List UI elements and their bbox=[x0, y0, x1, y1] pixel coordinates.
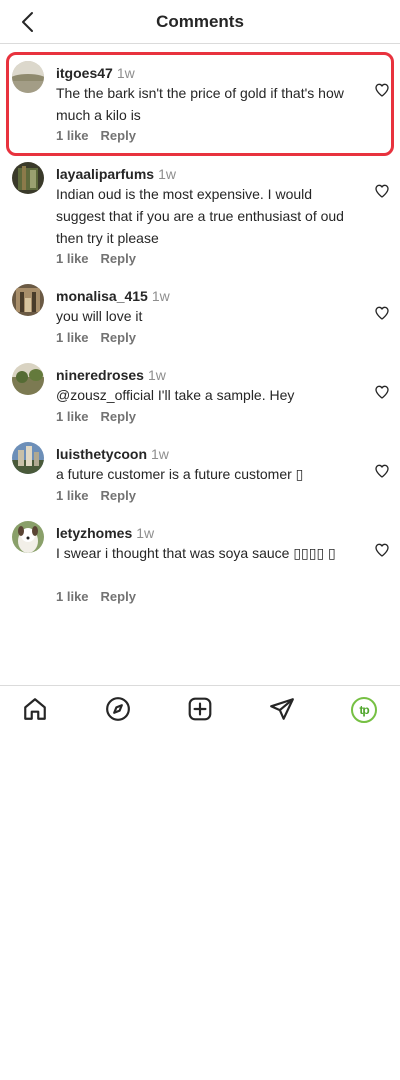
reply-button[interactable]: Reply bbox=[101, 488, 136, 503]
comment-meta: 1 like Reply bbox=[56, 330, 136, 345]
comment-username[interactable]: itgoes47 bbox=[56, 65, 113, 81]
heart-icon[interactable] bbox=[374, 542, 390, 558]
avatar[interactable] bbox=[12, 521, 44, 553]
comment-username[interactable]: letyzhomes bbox=[56, 525, 132, 541]
reply-button[interactable]: Reply bbox=[101, 589, 136, 604]
reply-button[interactable]: Reply bbox=[101, 128, 136, 143]
comment-time: 1w bbox=[147, 367, 166, 383]
heart-icon[interactable] bbox=[374, 183, 390, 199]
avatar[interactable] bbox=[12, 284, 44, 316]
heart-icon[interactable] bbox=[374, 305, 390, 321]
comment-text: a future customer is a future customer ▯ bbox=[56, 466, 304, 482]
avatar[interactable] bbox=[12, 442, 44, 474]
comment-username[interactable]: luisthetycoon bbox=[56, 446, 147, 462]
reply-button[interactable]: Reply bbox=[101, 251, 136, 266]
avatar[interactable] bbox=[12, 363, 44, 395]
comment-meta: 1 like Reply bbox=[56, 488, 136, 503]
comment-meta: 1 like Reply bbox=[56, 589, 136, 604]
like-count[interactable]: 1 like bbox=[56, 330, 89, 345]
bottom-nav: tp bbox=[0, 685, 400, 731]
comment-time: 1w bbox=[151, 446, 169, 462]
heart-icon[interactable] bbox=[374, 463, 390, 479]
comment-time: 1w bbox=[136, 525, 155, 541]
avatar[interactable] bbox=[12, 162, 44, 194]
heart-icon[interactable] bbox=[374, 384, 390, 400]
like-count[interactable]: 1 like bbox=[56, 488, 89, 503]
comment-body: luisthetycoon 1w a future customer is a f… bbox=[56, 445, 346, 485]
comment-text: The the bark isn't the price of gold if … bbox=[56, 85, 344, 123]
profile-badge: tp bbox=[351, 697, 377, 723]
comment-time: 1w bbox=[158, 166, 176, 182]
comment-body: itgoes47 1w The the bark isn't the price … bbox=[56, 64, 346, 126]
comment-username[interactable]: nineredroses bbox=[56, 367, 144, 383]
heart-icon[interactable] bbox=[374, 82, 390, 98]
avatar[interactable] bbox=[12, 61, 44, 93]
comment-username[interactable]: layaaliparfums bbox=[56, 166, 154, 182]
comment-meta: 1 like Reply bbox=[56, 128, 136, 143]
comment-time: 1w bbox=[116, 65, 135, 81]
comment-username[interactable]: monalisa_415 bbox=[56, 288, 148, 304]
like-count[interactable]: 1 like bbox=[56, 409, 89, 424]
page-title: Comments bbox=[156, 12, 244, 31]
comment-body: letyzhomes 1w I swear i thought that was … bbox=[56, 524, 346, 564]
profile-avatar[interactable]: tp bbox=[351, 697, 377, 723]
like-count[interactable]: 1 like bbox=[56, 589, 89, 604]
comment-text: I swear i thought that was soya sauce ▯▯… bbox=[56, 545, 336, 561]
like-count[interactable]: 1 like bbox=[56, 251, 89, 266]
explore-compass-icon[interactable] bbox=[105, 696, 131, 722]
comment-time: 1w bbox=[151, 288, 170, 304]
comment-text: you will love it bbox=[56, 308, 143, 324]
reply-button[interactable]: Reply bbox=[101, 330, 136, 345]
new-post-icon[interactable] bbox=[187, 696, 213, 722]
comment-text: @zousz_official I'll take a sample. Hey bbox=[56, 387, 295, 403]
reply-button[interactable]: Reply bbox=[101, 409, 136, 424]
like-count[interactable]: 1 like bbox=[56, 128, 89, 143]
comment-body: layaaliparfums 1w Indian oud is the most … bbox=[56, 165, 346, 249]
comment-body: monalisa_415 1w you will love it bbox=[56, 287, 346, 327]
home-icon[interactable] bbox=[22, 696, 48, 722]
comment-meta: 1 like Reply bbox=[56, 251, 136, 266]
header-bar: Comments bbox=[0, 0, 400, 44]
direct-message-icon[interactable] bbox=[269, 696, 295, 722]
comment-text: Indian oud is the most expensive. I woul… bbox=[56, 186, 344, 246]
comment-meta: 1 like Reply bbox=[56, 409, 136, 424]
comment-body: nineredroses 1w @zousz_official I'll take… bbox=[56, 366, 346, 406]
